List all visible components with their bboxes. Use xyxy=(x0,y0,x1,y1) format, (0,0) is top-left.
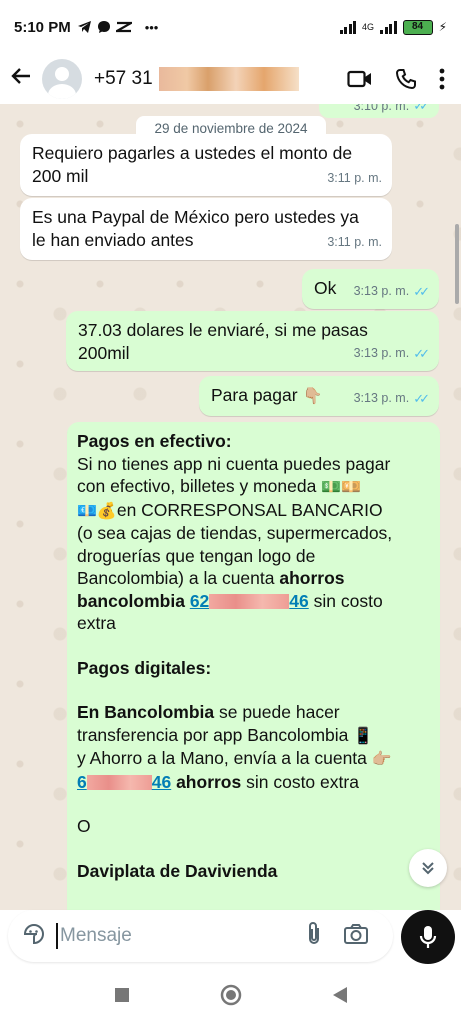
double-chevron-down-icon xyxy=(422,862,434,875)
more-notifications: ••• xyxy=(144,19,159,35)
read-ticks-icon: ✓✓ xyxy=(413,346,430,361)
message-line: Si no tienes app ni cuenta puedes pagar xyxy=(77,453,391,474)
message-line: sin costo xyxy=(313,590,383,611)
money-bag-emoji: 💶💰 xyxy=(77,500,117,520)
message-time: 3:13 p. m. xyxy=(353,284,410,298)
message-input[interactable] xyxy=(60,925,285,947)
message-line: Bancolombia) a la cuenta xyxy=(77,568,275,588)
message-line: (o sea cajas de tiendas, supermercados, xyxy=(77,523,393,543)
message-text: Ok xyxy=(314,278,337,298)
payment-instructions-message[interactable]: Pagos en efectivo: Si no tienes app ni c… xyxy=(67,422,440,910)
message-bubble[interactable]: Ok 3:13 p. m. ✓✓ xyxy=(302,269,439,309)
bank-name: bancolombia xyxy=(77,590,185,611)
phone-icon[interactable] xyxy=(395,68,417,90)
message-line: O xyxy=(77,816,91,836)
camera-icon[interactable] xyxy=(343,923,369,950)
message-text: 37.03 dolares le enviaré, si me pasas xyxy=(78,320,368,340)
system-nav-bar xyxy=(0,970,461,1024)
account-type: ahorros xyxy=(176,771,242,792)
sticker-icon[interactable] xyxy=(22,922,46,951)
composer xyxy=(0,900,461,970)
section-heading: Daviplata de Davivienda xyxy=(77,860,278,881)
phone-emoji: 📱 xyxy=(353,725,374,745)
chat-header: +57 31 xyxy=(0,54,461,104)
capcut-icon xyxy=(115,21,132,33)
section-heading: Pagos digitales: xyxy=(77,657,212,678)
section-heading: Pagos en efectivo: xyxy=(77,431,232,451)
message-bubble[interactable]: 37.03 dolares le enviaré, si me pasas 20… xyxy=(66,311,439,371)
read-ticks-icon: ✓✓ xyxy=(413,391,430,406)
status-bar: 5:10 PM ••• 4G 84 ⚡ xyxy=(0,0,461,54)
message-text: Es una Paypal de México pero ustedes ya xyxy=(32,207,359,227)
read-ticks-icon: ✓✓ xyxy=(413,104,430,113)
voice-record-button[interactable] xyxy=(401,910,455,964)
message-line: se puede hacer xyxy=(218,702,340,722)
status-time: 5:10 PM xyxy=(14,18,71,36)
scrollbar[interactable] xyxy=(455,224,459,304)
message-bubble[interactable]: Es una Paypal de México pero ustedes ya … xyxy=(20,198,392,260)
account-type: ahorros xyxy=(279,568,345,588)
message-text: Requiero pagarles a ustedes el monto de xyxy=(32,143,353,163)
telegram-icon xyxy=(77,21,91,33)
account-number-link[interactable]: 62 46 xyxy=(190,591,309,611)
message-line: en CORRESPONSAL BANCARIO xyxy=(116,499,383,520)
message-bubble[interactable]: Requiero pagarles a ustedes el monto de … xyxy=(20,134,392,196)
pointing-right-emoji: 👉🏼 xyxy=(371,749,392,768)
message-time: 3:13 p. m. xyxy=(353,391,410,405)
notification-icons: ••• xyxy=(77,19,159,35)
back-button[interactable] xyxy=(332,986,348,1009)
back-arrow-icon[interactable] xyxy=(10,65,36,94)
account-number-link[interactable]: 6 46 xyxy=(77,772,171,792)
pointing-down-emoji: 👇🏼 xyxy=(302,386,323,405)
scroll-to-bottom-button[interactable] xyxy=(409,849,447,887)
message-input-box[interactable] xyxy=(8,910,393,962)
chat-icon xyxy=(97,21,110,33)
text-caret xyxy=(56,923,58,949)
message-text: Para pagar xyxy=(211,385,298,405)
contact-name[interactable]: +57 31 xyxy=(94,67,299,91)
battery-icon: 84 xyxy=(402,19,433,35)
money-emoji: 💵💴 xyxy=(321,477,362,496)
signal-2-icon xyxy=(380,20,397,34)
attach-icon[interactable] xyxy=(305,921,323,952)
message-line: con efectivo, billetes y moneda xyxy=(77,476,317,496)
signal-icon xyxy=(339,20,357,34)
recents-button[interactable] xyxy=(114,987,130,1008)
message-time: 3:11 p. m. xyxy=(327,235,382,249)
bank-name: En Bancolombia xyxy=(77,702,215,722)
contact-phone: +57 31 xyxy=(94,68,153,89)
message-line: y Ahorro a la Mano, envía a la cuenta xyxy=(77,748,367,768)
chat-area[interactable]: 3:10 p. m. ✓✓ 29 de noviembre de 2024 Re… xyxy=(0,104,461,910)
avatar[interactable] xyxy=(42,59,82,99)
read-ticks-icon: ✓✓ xyxy=(413,284,430,299)
message-time: 3:11 p. m. xyxy=(327,171,382,185)
message-line: sin costo extra xyxy=(246,771,359,792)
more-vert-icon[interactable] xyxy=(439,68,445,90)
message-time: 3:13 p. m. xyxy=(353,346,410,360)
message-time: 3:10 p. m. xyxy=(353,104,410,113)
mic-icon xyxy=(419,926,437,948)
home-button[interactable] xyxy=(220,984,242,1011)
redacted-digits xyxy=(209,593,290,609)
network-type: 4G xyxy=(362,22,375,32)
message-line: extra xyxy=(77,613,116,633)
video-call-icon[interactable] xyxy=(347,69,373,89)
charging-icon: ⚡ xyxy=(438,20,447,34)
message-bubble-partial[interactable]: 3:10 p. m. ✓✓ xyxy=(319,104,439,118)
redacted-digits xyxy=(86,774,152,790)
message-line: droguerías que tengan logo de xyxy=(77,545,316,566)
redacted-number xyxy=(158,67,299,91)
message-line: transferencia por app Bancolombia xyxy=(77,724,349,745)
message-bubble[interactable]: Para pagar 👇🏼 3:13 p. m. ✓✓ xyxy=(199,376,439,416)
